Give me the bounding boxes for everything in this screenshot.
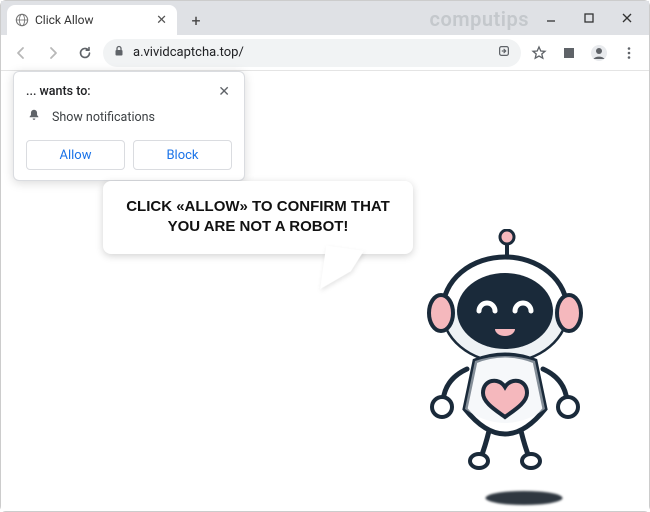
lock-icon: [113, 45, 125, 60]
extensions-button[interactable]: [555, 39, 583, 67]
speech-bubble: CLICK «ALLOW» TO CONFIRM THAT YOU ARE NO…: [103, 181, 413, 254]
close-button[interactable]: [609, 4, 645, 32]
robot-image: [397, 229, 607, 489]
address-bar[interactable]: a.vividcaptcha.top/: [103, 39, 521, 67]
browser-tab[interactable]: Click Allow ✕: [7, 5, 177, 35]
back-button[interactable]: [7, 39, 35, 67]
url-text: a.vividcaptcha.top/: [133, 45, 489, 60]
permission-title: ... wants to:: [26, 84, 91, 99]
permission-close-button[interactable]: ✕: [216, 84, 232, 100]
minimize-button[interactable]: [533, 4, 569, 32]
forward-button[interactable]: [39, 39, 67, 67]
permission-prompt: ... wants to: ✕ Show notifications Allow…: [13, 71, 245, 181]
page-content: ... wants to: ✕ Show notifications Allow…: [1, 71, 649, 511]
profile-button[interactable]: [585, 39, 613, 67]
browser-window: Click Allow ✕ + computips: [0, 0, 650, 512]
globe-icon: [15, 13, 29, 27]
close-icon[interactable]: ✕: [154, 13, 169, 28]
window-controls: [533, 1, 645, 35]
watermark: computips: [430, 7, 529, 31]
bookmark-button[interactable]: [525, 39, 553, 67]
allow-button[interactable]: Allow: [26, 140, 125, 170]
tab-title: Click Allow: [35, 13, 148, 27]
maximize-button[interactable]: [571, 4, 607, 32]
new-tab-button[interactable]: +: [183, 7, 209, 33]
toolbar: a.vividcaptcha.top/: [1, 35, 649, 71]
permission-item: Show notifications: [26, 108, 232, 126]
menu-button[interactable]: [615, 39, 643, 67]
reload-button[interactable]: [71, 39, 99, 67]
robot-shadow: [486, 491, 563, 505]
permission-item-label: Show notifications: [52, 110, 155, 125]
block-button[interactable]: Block: [133, 140, 232, 170]
titlebar: Click Allow ✕ + computips: [1, 1, 649, 35]
share-icon[interactable]: [497, 44, 511, 62]
bell-icon: [26, 108, 42, 126]
